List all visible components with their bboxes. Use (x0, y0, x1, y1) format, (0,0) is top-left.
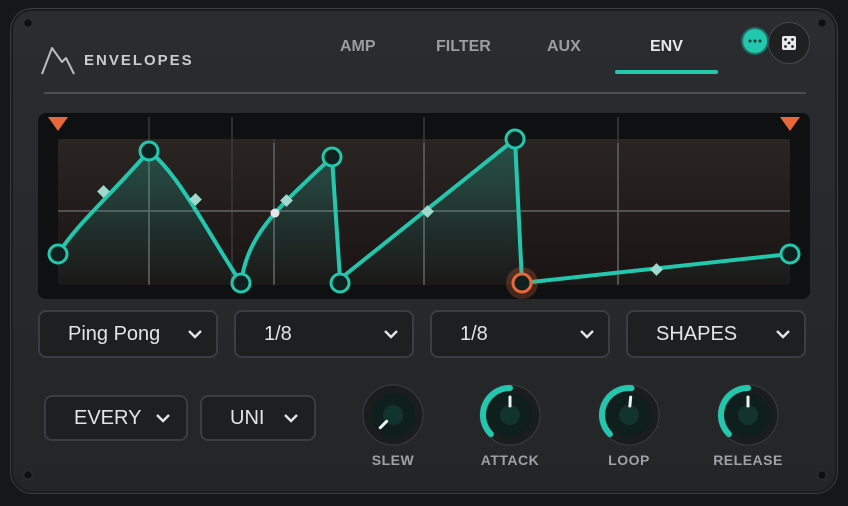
chevron-down-icon (156, 414, 170, 423)
rate-dropdown-2[interactable]: 1/8 (430, 310, 610, 358)
dice-icon (782, 36, 796, 50)
attack-label: ATTACK (480, 452, 540, 468)
randomize-button[interactable] (768, 22, 810, 64)
loop-label: LOOP (608, 452, 650, 468)
mode-value: Ping Pong (68, 322, 161, 345)
chevron-down-icon (580, 330, 594, 339)
rate-2-value: 1/8 (460, 322, 488, 345)
envelope-node[interactable] (321, 146, 343, 168)
shapes-value: SHAPES (656, 322, 738, 345)
envelope-editor[interactable] (38, 113, 810, 299)
envelope-node[interactable] (504, 128, 526, 150)
trigger-value: EVERY (74, 406, 142, 429)
mode-dropdown[interactable]: Ping Pong (38, 310, 218, 358)
rate-dropdown-1[interactable]: 1/8 (234, 310, 414, 358)
tab-amp[interactable]: AMP (340, 38, 376, 56)
trigger-dropdown[interactable]: EVERY (44, 395, 188, 441)
envelope-node[interactable] (47, 243, 69, 265)
slew-knob[interactable] (360, 382, 426, 448)
screw-top-left (23, 18, 33, 28)
envelope-node[interactable] (779, 243, 801, 265)
loop-knob[interactable] (596, 382, 662, 448)
polarity-value: UNI (230, 406, 265, 429)
envelope-node[interactable] (138, 140, 160, 162)
chevron-down-icon (776, 330, 790, 339)
more-options-button[interactable] (743, 29, 767, 53)
polarity-dropdown[interactable]: UNI (200, 395, 316, 441)
tab-filter[interactable]: FILTER (436, 38, 491, 56)
envelope-logo-icon (41, 47, 75, 75)
chevron-down-icon (284, 414, 298, 423)
ellipsis-icon (748, 39, 762, 43)
envelope-node[interactable] (230, 272, 252, 294)
chevron-down-icon (384, 330, 398, 339)
tab-aux[interactable]: AUX (547, 38, 581, 56)
envelope-graph[interactable] (38, 113, 810, 299)
screw-top-right (817, 18, 827, 28)
chevron-down-icon (188, 330, 202, 339)
release-knob[interactable] (715, 382, 781, 448)
envelope-node[interactable] (329, 272, 351, 294)
active-tab-indicator (615, 70, 718, 74)
loop-end-marker[interactable] (780, 117, 800, 131)
attack-knob[interactable] (477, 382, 543, 448)
panel-title: ENVELOPES (84, 52, 194, 69)
screw-bottom-left (23, 470, 33, 480)
release-label: RELEASE (713, 452, 783, 468)
loop-start-marker[interactable] (48, 117, 68, 131)
shapes-dropdown[interactable]: SHAPES (626, 310, 806, 358)
rate-1-value: 1/8 (264, 322, 292, 345)
header-divider (44, 92, 806, 94)
curve-handle-selected[interactable] (270, 208, 280, 218)
tab-env[interactable]: ENV (650, 38, 683, 56)
screw-bottom-right (817, 470, 827, 480)
slew-label: SLEW (371, 452, 415, 468)
playhead-node[interactable] (511, 272, 533, 294)
